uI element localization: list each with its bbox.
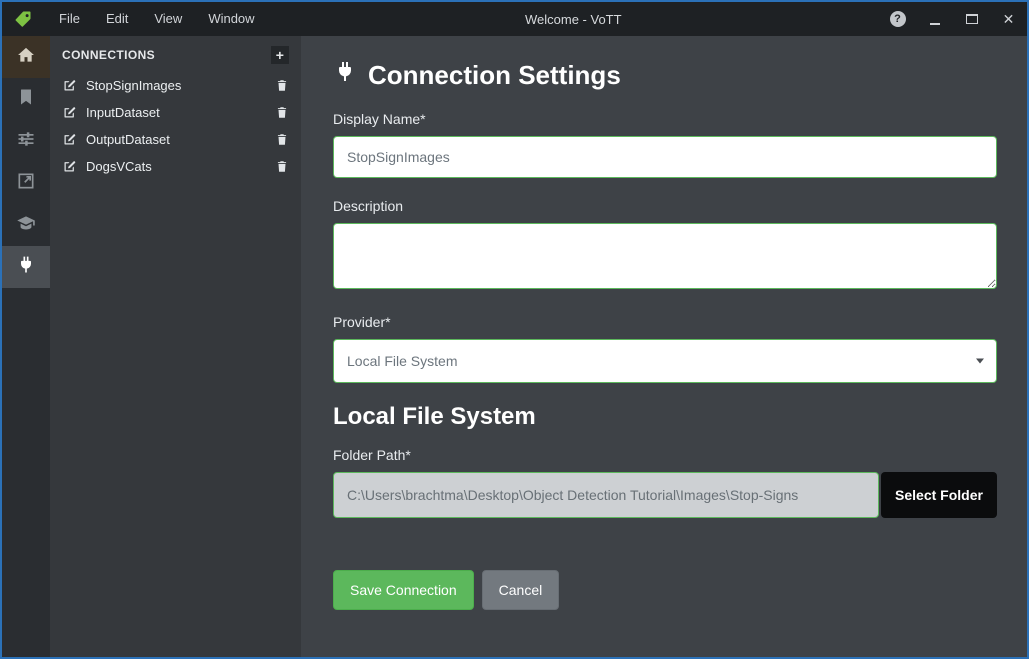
folder-path-label: Folder Path* — [333, 447, 997, 463]
close-icon: ✕ — [1003, 12, 1015, 26]
connections-panel: CONNECTIONS + StopSignImages InputDatase… — [50, 36, 301, 657]
select-folder-button[interactable]: Select Folder — [881, 472, 997, 518]
add-connection-button[interactable]: + — [271, 46, 289, 64]
sidebar-item-connections[interactable] — [2, 246, 50, 288]
folder-path-field[interactable] — [333, 472, 879, 518]
maximize-button[interactable] — [953, 2, 990, 36]
page-title-text: Connection Settings — [368, 60, 621, 91]
app-window: File Edit View Window Welcome - VoTT ? ✕ — [0, 0, 1029, 659]
page-title: Connection Settings — [333, 60, 995, 91]
edit-icon[interactable] — [62, 159, 77, 174]
edit-icon[interactable] — [62, 78, 77, 93]
connection-name: OutputDataset — [86, 132, 266, 147]
delete-connection-button[interactable] — [275, 132, 289, 147]
window-title: Welcome - VoTT — [268, 12, 879, 27]
sidebar-item-export[interactable] — [2, 162, 50, 204]
minimize-icon — [930, 23, 940, 25]
list-item[interactable]: DogsVCats — [50, 153, 301, 180]
description-field[interactable] — [333, 223, 997, 289]
bookmark-icon — [16, 87, 36, 112]
sidebar-item-settings[interactable] — [2, 120, 50, 162]
trash-icon — [275, 78, 289, 93]
sidebar-item-tags[interactable] — [2, 78, 50, 120]
cancel-button[interactable]: Cancel — [482, 570, 560, 610]
display-name-field[interactable] — [333, 136, 997, 178]
window-controls: ? ✕ — [879, 2, 1027, 36]
display-name-label: Display Name* — [333, 111, 997, 127]
sidebar-item-home[interactable] — [2, 36, 50, 78]
edit-icon[interactable] — [62, 105, 77, 120]
plug-icon — [16, 255, 36, 280]
provider-section-heading: Local File System — [333, 403, 995, 431]
sidebar — [2, 36, 50, 657]
plug-icon — [333, 60, 357, 91]
connection-name: DogsVCats — [86, 159, 266, 174]
home-icon — [16, 45, 36, 70]
list-item[interactable]: OutputDataset — [50, 126, 301, 153]
export-icon — [16, 171, 36, 196]
list-item[interactable]: InputDataset — [50, 99, 301, 126]
connections-header-label: CONNECTIONS — [62, 48, 155, 62]
edit-icon[interactable] — [62, 132, 77, 147]
form-actions: Save Connection Cancel — [333, 570, 995, 610]
connection-name: InputDataset — [86, 105, 266, 120]
provider-select[interactable]: Local File System — [333, 339, 997, 383]
connections-panel-header: CONNECTIONS + — [50, 36, 301, 72]
trash-icon — [275, 132, 289, 147]
help-icon: ? — [890, 11, 906, 27]
sliders-icon — [16, 129, 36, 154]
connection-settings-form: Connection Settings Display Name* Descri… — [301, 36, 1027, 657]
close-button[interactable]: ✕ — [990, 2, 1027, 36]
list-item[interactable]: StopSignImages — [50, 72, 301, 99]
trash-icon — [275, 159, 289, 174]
menu-view[interactable]: View — [141, 2, 195, 36]
minimize-button[interactable] — [916, 2, 953, 36]
vott-logo-icon — [14, 10, 32, 28]
menu-file[interactable]: File — [46, 2, 93, 36]
help-button[interactable]: ? — [879, 2, 916, 36]
connection-name: StopSignImages — [86, 78, 266, 93]
titlebar: File Edit View Window Welcome - VoTT ? ✕ — [2, 2, 1027, 36]
save-connection-button[interactable]: Save Connection — [333, 570, 474, 610]
description-label: Description — [333, 198, 997, 214]
menu-edit[interactable]: Edit — [93, 2, 141, 36]
sidebar-item-active-learning[interactable] — [2, 204, 50, 246]
trash-icon — [275, 105, 289, 120]
provider-label: Provider* — [333, 314, 997, 330]
graduation-cap-icon — [16, 213, 36, 238]
provider-select-wrap: Local File System — [333, 339, 997, 383]
delete-connection-button[interactable] — [275, 159, 289, 174]
folder-path-row: Select Folder — [333, 472, 997, 518]
menu-window[interactable]: Window — [195, 2, 267, 36]
delete-connection-button[interactable] — [275, 105, 289, 120]
maximize-icon — [966, 14, 978, 24]
delete-connection-button[interactable] — [275, 78, 289, 93]
